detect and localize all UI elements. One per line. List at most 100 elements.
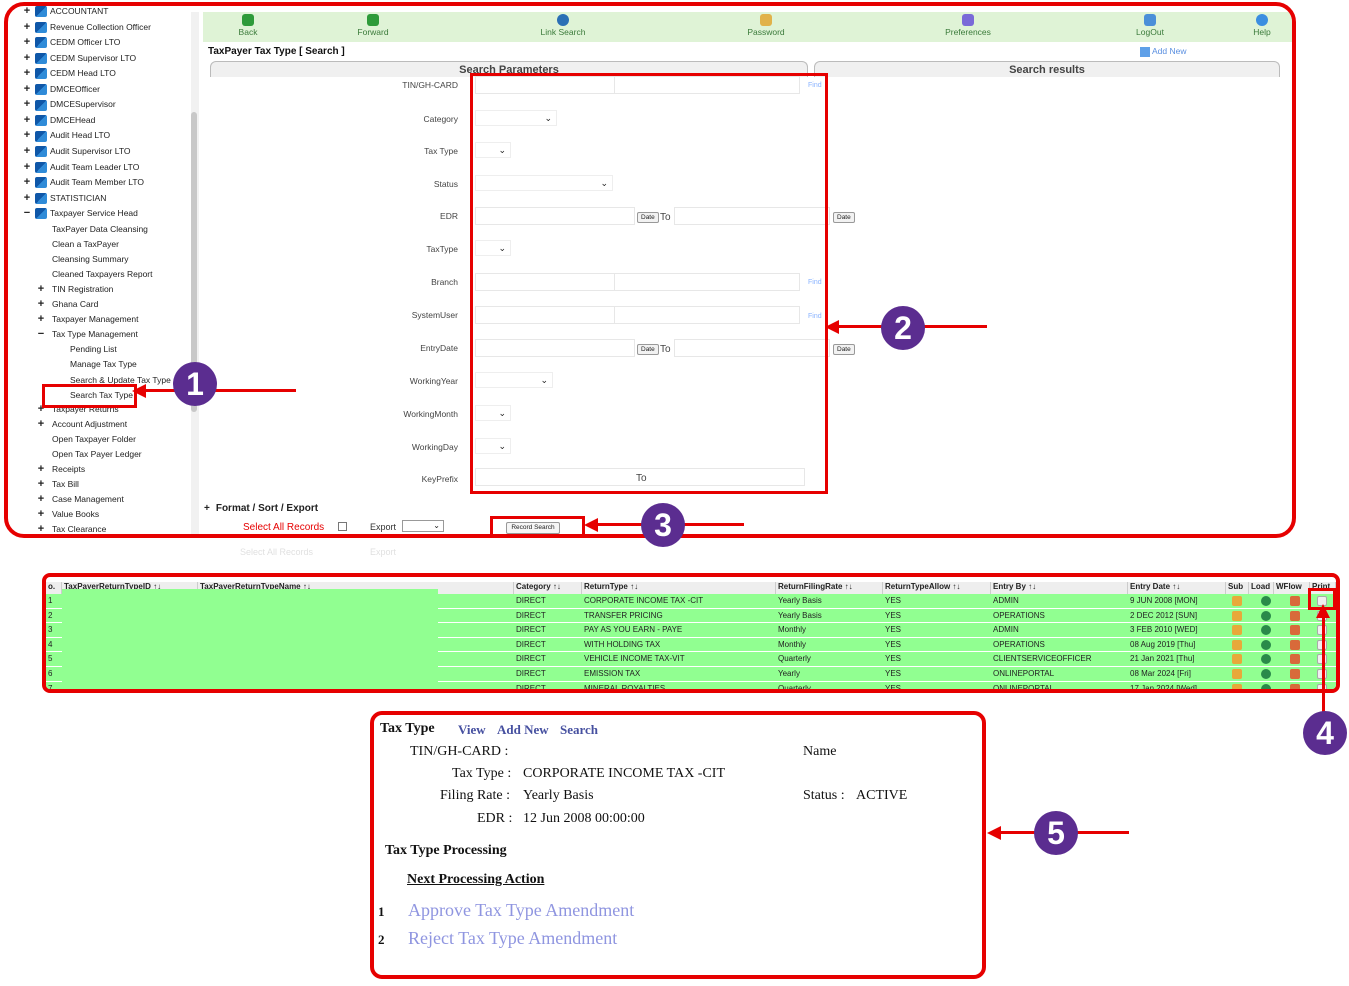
tab-search-results[interactable]: Search results: [814, 61, 1280, 77]
logout-button[interactable]: LogOut: [1110, 14, 1190, 37]
sidebar-item-sub[interactable]: Open Tax Payer Ledger: [36, 447, 142, 462]
workflow-icon[interactable]: [1290, 654, 1300, 665]
expand-icon[interactable]: +: [22, 20, 32, 35]
table-header-cell[interactable]: Entry Date ↑↓: [1128, 582, 1226, 594]
table-header-cell[interactable]: Load: [1249, 582, 1274, 594]
sidebar-item-sub[interactable]: + Tax Clearance: [36, 522, 107, 534]
expand-icon[interactable]: +: [36, 522, 46, 534]
expand-icon[interactable]: +: [36, 282, 46, 297]
table-header-cell[interactable]: WFlow: [1274, 582, 1310, 594]
expand-icon[interactable]: +: [22, 97, 32, 112]
entry-date-to-button[interactable]: Date: [833, 344, 855, 355]
link-search-button[interactable]: Link Search: [523, 14, 603, 37]
sidebar-item-role[interactable]: + Audit Team Leader LTO: [22, 160, 139, 175]
back-button[interactable]: Back: [208, 14, 288, 37]
sidebar-item-role[interactable]: − Taxpayer Service Head: [22, 206, 138, 221]
expand-icon[interactable]: +: [22, 191, 32, 206]
expand-icon[interactable]: +: [22, 160, 32, 175]
expand-icon[interactable]: +: [22, 35, 32, 50]
sidebar-item-sub[interactable]: Open Taxpayer Folder: [36, 432, 136, 447]
expand-icon[interactable]: +: [22, 144, 32, 159]
search-link[interactable]: Search: [560, 722, 598, 738]
sidebar-item-role[interactable]: + DMCESupervisor: [22, 97, 116, 112]
sidebar-item-role[interactable]: + CEDM Head LTO: [22, 66, 116, 81]
preferences-button[interactable]: Preferences: [928, 14, 1008, 37]
sidebar-item-sub[interactable]: + Case Management: [36, 492, 124, 507]
sidebar-scrollbar[interactable]: [191, 12, 199, 534]
sidebar-item-role[interactable]: + CEDM Officer LTO: [22, 35, 120, 50]
sidebar-item-role[interactable]: + STATISTICIAN: [22, 191, 106, 206]
expand-icon[interactable]: +: [36, 297, 46, 312]
expand-icon[interactable]: +: [22, 128, 32, 143]
sub-icon[interactable]: [1232, 596, 1242, 606]
password-button[interactable]: Password: [726, 14, 806, 37]
sidebar-item-role[interactable]: + CEDM Supervisor LTO: [22, 51, 136, 66]
sidebar-item-sub[interactable]: + Tax Bill: [36, 477, 79, 492]
sidebar-item-role[interactable]: + Audit Head LTO: [22, 128, 110, 143]
table-header-cell[interactable]: ReturnType ↑↓: [582, 582, 776, 594]
workflow-icon[interactable]: [1290, 596, 1300, 606]
sub-icon[interactable]: [1232, 625, 1242, 636]
workflow-icon[interactable]: [1290, 669, 1300, 679]
table-header-cell[interactable]: ReturnFilingRate ↑↓: [776, 582, 883, 594]
sidebar-item-leaf[interactable]: Pending List: [64, 342, 117, 357]
sub-icon[interactable]: [1232, 683, 1242, 689]
sub-icon[interactable]: [1232, 654, 1242, 665]
sidebar-item-role[interactable]: + ACCOUNTANT: [22, 6, 108, 19]
sidebar-item-sub[interactable]: + TIN Registration: [36, 282, 114, 297]
expand-icon[interactable]: +: [36, 312, 46, 327]
workflow-icon[interactable]: [1290, 610, 1300, 621]
select-all-checkbox[interactable]: [338, 522, 347, 531]
view-link[interactable]: View: [458, 722, 486, 738]
expand-icon[interactable]: +: [36, 492, 46, 507]
load-icon[interactable]: [1261, 639, 1271, 650]
sidebar-item-role[interactable]: + DMCEOfficer: [22, 82, 100, 97]
expand-icon[interactable]: +: [36, 417, 46, 432]
table-header-cell[interactable]: ReturnTypeAllow ↑↓: [883, 582, 991, 594]
workflow-icon[interactable]: [1290, 683, 1300, 689]
load-icon[interactable]: [1261, 654, 1271, 665]
expand-icon[interactable]: +: [22, 113, 32, 128]
expand-icon[interactable]: +: [36, 507, 46, 522]
table-header-cell[interactable]: Sub: [1226, 582, 1249, 594]
sidebar-item-leaf[interactable]: Manage Tax Type: [64, 357, 137, 372]
add-new-link[interactable]: Add New: [497, 722, 549, 738]
table-header-cell[interactable]: o.: [46, 582, 62, 594]
sidebar-item-sub[interactable]: + Ghana Card: [36, 297, 99, 312]
collapse-icon[interactable]: −: [36, 327, 46, 342]
load-icon[interactable]: [1261, 669, 1271, 679]
load-icon[interactable]: [1261, 683, 1271, 689]
workflow-icon[interactable]: [1290, 639, 1300, 650]
sidebar-item-sub[interactable]: TaxPayer Data Cleansing: [36, 222, 148, 237]
sub-icon[interactable]: [1232, 639, 1242, 650]
edr-to-date-button[interactable]: Date: [833, 212, 855, 223]
load-icon[interactable]: [1261, 610, 1271, 621]
expand-icon[interactable]: +: [36, 477, 46, 492]
forward-button[interactable]: Forward: [333, 14, 413, 37]
help-button[interactable]: Help: [1222, 14, 1292, 37]
load-icon[interactable]: [1261, 625, 1271, 636]
approve-amendment-link[interactable]: Approve Tax Type Amendment: [408, 900, 634, 921]
workflow-icon[interactable]: [1290, 625, 1300, 636]
sidebar-item-sub[interactable]: + Taxpayer Management: [36, 312, 139, 327]
sidebar-item-sub[interactable]: Cleansing Summary: [36, 252, 129, 267]
expand-icon[interactable]: +: [22, 82, 32, 97]
sidebar-item-role[interactable]: + Audit Supervisor LTO: [22, 144, 130, 159]
load-icon[interactable]: [1261, 596, 1271, 606]
sub-icon[interactable]: [1232, 669, 1242, 679]
expand-icon[interactable]: +: [22, 51, 32, 66]
sub-icon[interactable]: [1232, 610, 1242, 621]
add-new-link[interactable]: Add New: [1140, 46, 1187, 57]
sidebar-item-sub[interactable]: Clean a TaxPayer: [36, 237, 119, 252]
table-header-cell[interactable]: Entry By ↑↓: [991, 582, 1128, 594]
sidebar-item-role[interactable]: + Audit Team Member LTO: [22, 175, 144, 190]
export-select[interactable]: ⌄: [402, 520, 444, 532]
sidebar-item-sub[interactable]: + Value Books: [36, 507, 99, 522]
table-header-cell[interactable]: Category ↑↓: [514, 582, 582, 594]
format-sort-export-toggle[interactable]: + Format / Sort / Export: [204, 503, 318, 514]
sidebar-item-role[interactable]: + Revenue Collection Officer: [22, 20, 151, 35]
reject-amendment-link[interactable]: Reject Tax Type Amendment: [408, 928, 617, 949]
collapse-icon[interactable]: −: [22, 206, 32, 221]
sidebar-item-sub[interactable]: + Receipts: [36, 462, 85, 477]
expand-icon[interactable]: +: [22, 175, 32, 190]
